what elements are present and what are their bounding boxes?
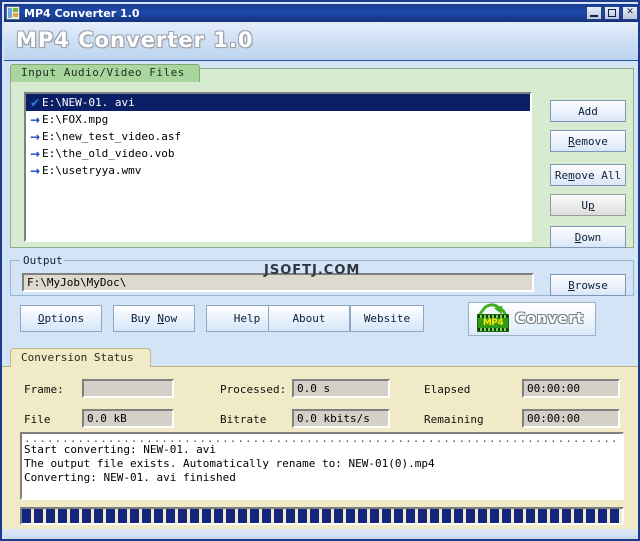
- remove-all-button-label: Remove All: [554, 168, 622, 182]
- about-button[interactable]: About: [268, 305, 350, 332]
- elapsed-value: 00:00:00: [522, 379, 620, 398]
- log-line: The output file exists. Automatically re…: [24, 457, 435, 470]
- list-item-label: E:\FOX.mpg: [42, 113, 109, 126]
- frame-label: Frame:: [24, 383, 64, 396]
- bottom-strip: [4, 530, 638, 539]
- progress-bar-fill: [22, 509, 622, 523]
- list-item[interactable]: → E:\new_test_video.asf: [26, 128, 530, 145]
- list-item[interactable]: → E:\usetryya.wmv: [26, 162, 530, 179]
- help-button-label: Help: [233, 312, 261, 325]
- convert-button-label: Convert: [515, 311, 585, 327]
- list-item-label: E:\the_old_video.vob: [42, 147, 175, 160]
- close-button[interactable]: ✕: [622, 6, 638, 20]
- input-files-legend: Input Audio/Video Files: [10, 64, 200, 82]
- move-up-button-label: Up: [581, 198, 595, 212]
- move-down-button-label: Down: [574, 230, 602, 244]
- remove-button[interactable]: Remove: [550, 130, 626, 152]
- browse-button-label: Browse: [568, 278, 608, 292]
- output-group-border-left: [10, 260, 20, 261]
- move-down-button[interactable]: Down: [550, 226, 626, 248]
- about-button-label: About: [292, 312, 326, 325]
- remaining-label: Remaining: [424, 413, 484, 426]
- arrow-right-icon: →: [29, 112, 41, 127]
- maximize-button[interactable]: [604, 6, 620, 20]
- conversion-status-legend: Conversion Status: [10, 348, 151, 367]
- list-item[interactable]: → E:\the_old_video.vob: [26, 145, 530, 162]
- log-line: Start converting: NEW-01. avi: [24, 443, 217, 456]
- log-separator: ........................................…: [24, 435, 620, 443]
- list-item-label: E:\new_test_video.asf: [42, 130, 182, 143]
- title-bar: MP4 Converter 1.0 ✕: [4, 4, 638, 22]
- list-item[interactable]: → E:\FOX.mpg: [26, 111, 530, 128]
- move-up-button[interactable]: Up: [550, 194, 626, 216]
- elapsed-label: Elapsed: [424, 383, 471, 396]
- remaining-value: 00:00:00: [522, 409, 620, 428]
- website-button[interactable]: Website: [350, 305, 424, 332]
- remove-all-button[interactable]: Remove All: [550, 164, 626, 186]
- list-item-label: E:\usetryya.wmv: [42, 164, 142, 177]
- list-item[interactable]: ✔ E:\NEW-01. avi: [26, 94, 530, 111]
- list-item-label: E:\NEW-01. avi: [42, 96, 135, 109]
- buy-now-button-label: Buy Now: [130, 312, 178, 325]
- add-button[interactable]: Add: [550, 100, 626, 122]
- brand-title: MP4 Converter 1.0: [16, 28, 254, 52]
- bitrate-value: 0.0 kbits/s: [292, 409, 390, 428]
- website-button-label: Website: [363, 312, 411, 325]
- bitrate-label: Bitrate: [220, 413, 267, 426]
- remove-button-label: Remove: [568, 134, 608, 148]
- progress-bar: [20, 507, 624, 525]
- file-value: 0.0 kB: [82, 409, 174, 428]
- log-line: Converting: NEW-01. avi finished: [24, 471, 236, 484]
- output-group-border-right: [64, 260, 634, 261]
- window-title: MP4 Converter 1.0: [24, 6, 140, 20]
- arrow-right-icon: →: [29, 129, 41, 144]
- frame-value: [82, 379, 174, 398]
- app-icon: [6, 6, 20, 20]
- output-legend: Output: [23, 254, 63, 267]
- mp4-film-icon: MP4: [473, 298, 512, 333]
- watermark-text: JSOFTJ.COM: [264, 263, 361, 278]
- check-icon: ✔: [29, 95, 41, 110]
- browse-button[interactable]: Browse: [550, 274, 626, 296]
- arrow-right-icon: →: [29, 163, 41, 178]
- minimize-button[interactable]: [586, 6, 602, 20]
- mp4-icon-label: MP4: [482, 318, 504, 328]
- file-list[interactable]: ✔ E:\NEW-01. avi → E:\FOX.mpg → E:\new_t…: [24, 92, 532, 242]
- window-controls: ✕: [586, 6, 638, 20]
- processed-value: 0.0 s: [292, 379, 390, 398]
- convert-button[interactable]: MP4 Convert: [468, 298, 596, 336]
- header-banner: MP4 Converter 1.0: [4, 22, 638, 61]
- add-button-label: Add: [578, 104, 598, 118]
- app-window: MP4 Converter 1.0 ✕ MP4 Converter 1.0 In…: [0, 0, 640, 541]
- options-button-label: Options: [37, 312, 85, 325]
- file-label: File: [24, 413, 51, 426]
- buy-now-button[interactable]: Buy Now: [113, 305, 195, 332]
- options-button[interactable]: Options: [20, 305, 102, 332]
- arrow-right-icon: →: [29, 146, 41, 161]
- conversion-log[interactable]: ........................................…: [20, 432, 624, 500]
- processed-label: Processed:: [220, 383, 287, 396]
